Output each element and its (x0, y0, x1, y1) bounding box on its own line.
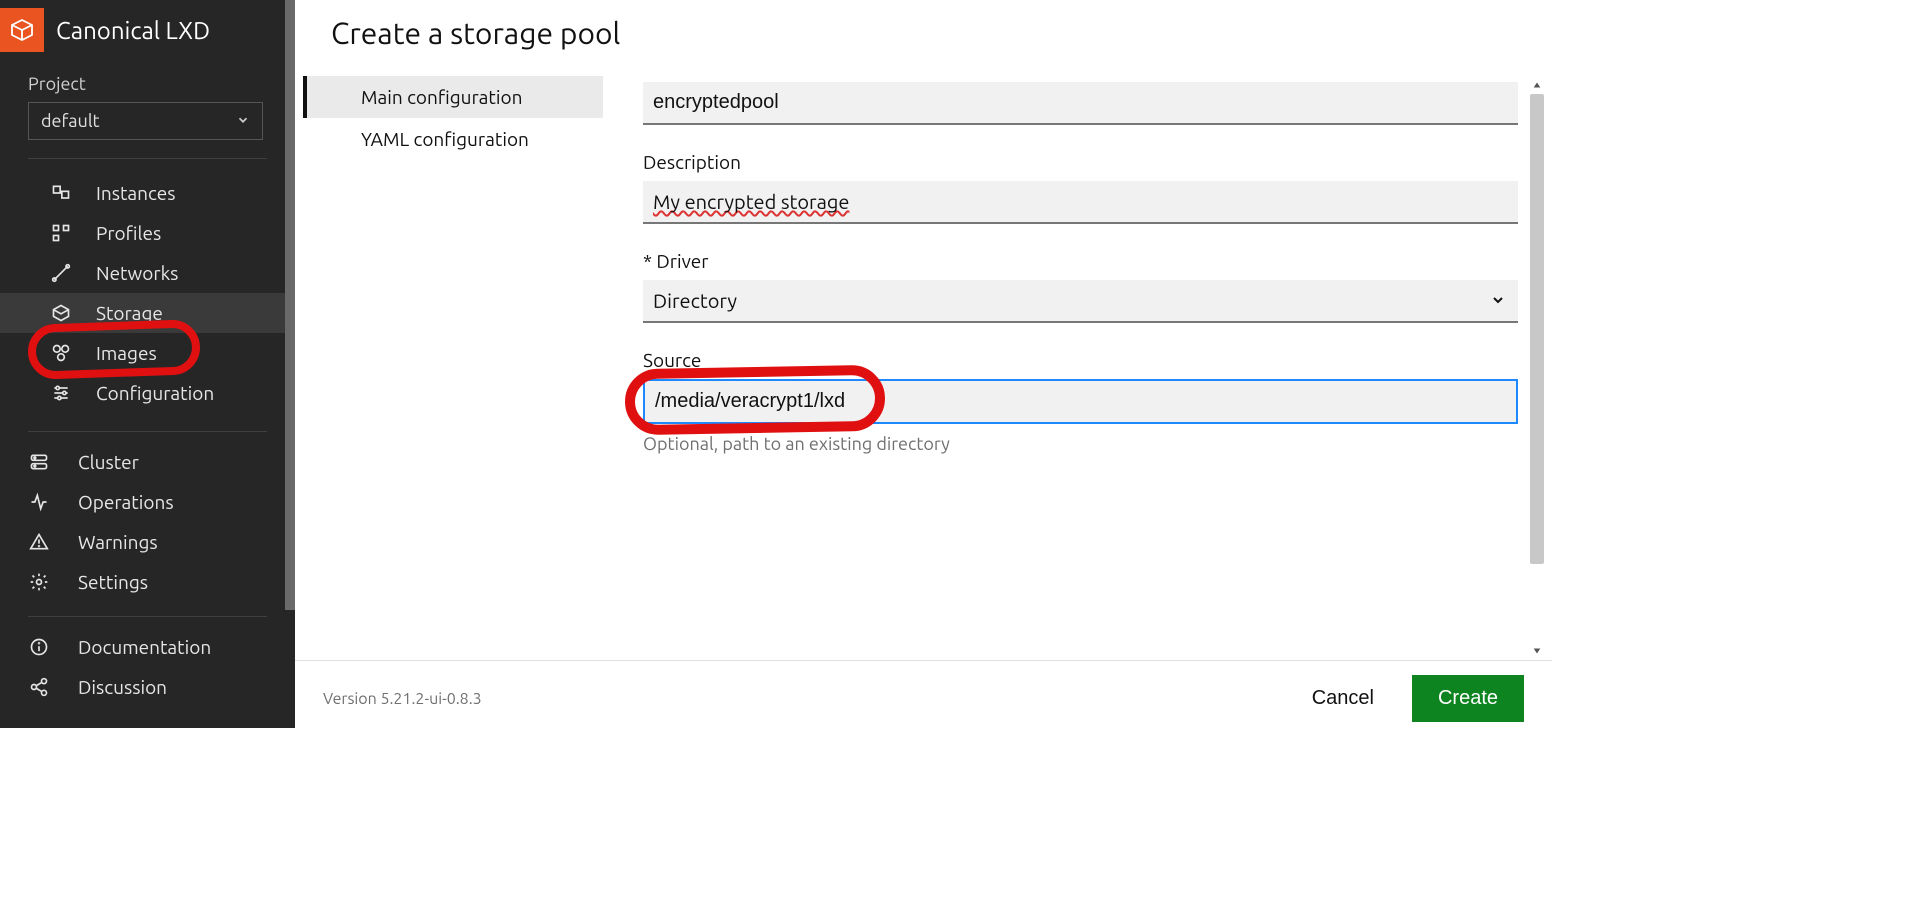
brand: Canonical LXD (0, 0, 295, 70)
project-label: Project (28, 74, 267, 94)
project-select[interactable]: default (28, 102, 263, 140)
images-icon (50, 343, 72, 363)
brand-title: Canonical LXD (56, 17, 210, 44)
subnav-yaml-configuration[interactable]: YAML configuration (303, 118, 603, 160)
sidebar-item-settings[interactable]: Settings (0, 562, 295, 602)
sidebar-item-storage[interactable]: Storage (0, 293, 295, 333)
sidebar-item-warnings[interactable]: Warnings (0, 522, 295, 562)
nav-secondary: Cluster Operations Warnings Settings (0, 438, 295, 602)
driver-label: * Driver (643, 250, 1518, 272)
sidebar-item-operations[interactable]: Operations (0, 482, 295, 522)
divider (28, 431, 267, 432)
description-input[interactable]: My encrypted storage (643, 181, 1518, 224)
divider (28, 616, 267, 617)
sidebar-item-instances[interactable]: Instances (0, 173, 295, 213)
sidebar: Canonical LXD Project default Instances … (0, 0, 295, 728)
sidebar-item-configuration[interactable]: Configuration (0, 373, 295, 413)
driver-selected-value: Directory (653, 289, 737, 312)
subnav-item-label: Main configuration (361, 86, 522, 108)
sidebar-item-label: Storage (96, 302, 163, 324)
scroll-down-icon[interactable] (1528, 642, 1546, 660)
profiles-icon (50, 223, 72, 243)
sidebar-item-images[interactable]: Images (0, 333, 295, 373)
sidebar-item-label: Documentation (78, 636, 211, 658)
scrollbar-thumb[interactable] (1530, 94, 1544, 564)
sidebar-item-label: Cluster (78, 451, 139, 473)
nav-footer: Documentation Discussion (0, 623, 295, 707)
share-icon (28, 677, 50, 697)
footer: Version 5.21.2-ui-0.8.3 Cancel Create (295, 660, 1552, 728)
subnav-item-label: YAML configuration (361, 128, 529, 150)
sidebar-item-profiles[interactable]: Profiles (0, 213, 295, 253)
sidebar-item-label: Profiles (96, 222, 161, 244)
description-label: Description (643, 151, 1518, 173)
create-button[interactable]: Create (1412, 675, 1524, 722)
chevron-down-icon (236, 113, 250, 130)
settings-icon (28, 572, 50, 592)
page-title: Create a storage pool (295, 0, 1552, 76)
networks-icon (50, 263, 72, 283)
sidebar-item-label: Discussion (78, 676, 167, 698)
divider (28, 158, 267, 159)
project-selected-value: default (41, 111, 100, 131)
instances-icon (50, 183, 72, 203)
sidebar-item-label: Warnings (78, 531, 158, 553)
configuration-icon (50, 383, 72, 403)
warnings-icon (28, 532, 50, 552)
sidebar-scrollbar[interactable] (285, 0, 295, 728)
form-area: Description My encrypted storage * Drive… (603, 76, 1552, 660)
sidebar-item-label: Configuration (96, 382, 214, 404)
source-input[interactable] (643, 379, 1518, 424)
sidebar-item-label: Operations (78, 491, 174, 513)
scrollbar-thumb[interactable] (285, 0, 295, 610)
version-text: Version 5.21.2-ui-0.8.3 (323, 690, 482, 708)
sidebar-item-label: Instances (96, 182, 176, 204)
cancel-button[interactable]: Cancel (1304, 677, 1382, 720)
subnav: Main configuration YAML configuration (303, 76, 603, 660)
storage-icon (50, 303, 72, 323)
operations-icon (28, 492, 50, 512)
source-help-text: Optional, path to an existing directory (643, 434, 1518, 454)
chevron-down-icon (1490, 289, 1506, 312)
sidebar-item-cluster[interactable]: Cluster (0, 442, 295, 482)
cluster-icon (28, 452, 50, 472)
sidebar-item-discussion[interactable]: Discussion (0, 667, 295, 707)
name-input[interactable] (643, 82, 1518, 125)
sidebar-item-label: Networks (96, 262, 178, 284)
scroll-up-icon[interactable] (1528, 76, 1546, 94)
main-panel: Create a storage pool Main configuration… (295, 0, 1552, 728)
driver-select[interactable]: Directory (643, 280, 1518, 323)
sidebar-item-label: Settings (78, 571, 148, 593)
sidebar-item-label: Images (96, 342, 157, 364)
sidebar-item-networks[interactable]: Networks (0, 253, 295, 293)
nav-primary: Instances Profiles Networks Storage Imag… (0, 165, 295, 413)
source-label: Source (643, 349, 1518, 371)
info-icon (28, 637, 50, 657)
lxd-logo-icon (0, 8, 44, 52)
sidebar-item-documentation[interactable]: Documentation (0, 627, 295, 667)
subnav-main-configuration[interactable]: Main configuration (303, 76, 603, 118)
form-scrollbar[interactable] (1528, 76, 1546, 660)
